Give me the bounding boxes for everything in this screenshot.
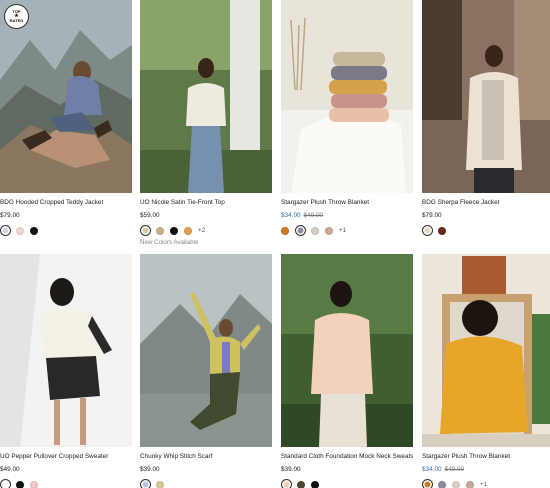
- product-image[interactable]: [140, 254, 272, 447]
- product-price: $39.00: [140, 466, 272, 474]
- new-colors-note: New Colors Available: [140, 239, 199, 246]
- color-swatches: [0, 479, 132, 488]
- color-swatch[interactable]: [281, 226, 289, 235]
- product-image[interactable]: [422, 0, 550, 193]
- price-value: $49.00: [0, 466, 20, 473]
- product-name[interactable]: BDG Sherpa Fleece Jacket: [422, 199, 550, 207]
- product-card[interactable]: Stargazer Plush Throw Blanket $34.00 $49.…: [281, 0, 413, 236]
- original-price: $49.00: [444, 466, 465, 473]
- product-card[interactable]: TOP ★ RATED BDG Hooded Cropped Teddy Jac…: [0, 0, 132, 236]
- color-swatch[interactable]: [140, 225, 151, 236]
- color-swatch[interactable]: [311, 226, 319, 235]
- more-colors-count[interactable]: +1: [480, 481, 487, 488]
- badge-rated-text: RATED: [9, 18, 24, 23]
- product-card[interactable]: UO Pepper Pullover Cropped Sweater $49.0…: [0, 254, 132, 488]
- product-price: $39.00: [281, 466, 413, 474]
- product-card[interactable]: UO Nicole Satin Tie-Front Top $59.00 +2 …: [140, 0, 272, 246]
- price-value: $59.00: [140, 212, 160, 219]
- more-colors-count[interactable]: +2: [198, 227, 205, 234]
- product-card[interactable]: Standard Cloth Foundation Mock Neck Swea…: [281, 254, 413, 488]
- product-price: $79.00: [422, 212, 550, 220]
- color-swatches: [281, 479, 413, 488]
- product-card[interactable]: Chunky Whip Stitch Scarf $39.00: [140, 254, 272, 488]
- color-swatches: [0, 225, 132, 236]
- color-swatch[interactable]: [466, 480, 474, 488]
- product-price: $34.00 $49.00: [422, 466, 550, 474]
- original-price: $49.00: [303, 212, 324, 219]
- color-swatch[interactable]: [170, 226, 178, 235]
- price-value: $39.00: [281, 466, 301, 473]
- product-image[interactable]: [281, 254, 413, 447]
- color-swatch[interactable]: [422, 479, 433, 488]
- color-swatch[interactable]: [295, 225, 306, 236]
- more-colors-count[interactable]: +1: [339, 227, 346, 234]
- product-price: $79.00: [0, 212, 132, 220]
- product-image[interactable]: [281, 0, 413, 193]
- price-value: $79.00: [0, 212, 20, 219]
- product-card[interactable]: Stargazer Plush Throw Blanket $34.00 $49.…: [422, 254, 550, 488]
- color-swatch[interactable]: [16, 480, 24, 488]
- product-name[interactable]: Chunky Whip Stitch Scarf: [140, 453, 272, 461]
- product-image[interactable]: TOP ★ RATED: [0, 0, 132, 193]
- color-swatch[interactable]: [452, 480, 460, 488]
- color-swatch[interactable]: [422, 225, 433, 236]
- product-name[interactable]: UO Pepper Pullover Cropped Sweater: [0, 453, 132, 461]
- color-swatch[interactable]: [297, 480, 305, 488]
- color-swatches: [140, 479, 272, 488]
- color-swatch[interactable]: [30, 226, 38, 235]
- sale-price: $34.00: [281, 212, 301, 219]
- product-name[interactable]: BDG Hooded Cropped Teddy Jacket: [0, 199, 132, 207]
- color-swatch[interactable]: [438, 480, 446, 488]
- price-value: $79.00: [422, 212, 442, 219]
- color-swatch[interactable]: [281, 479, 292, 488]
- product-price: $34.00 $49.00: [281, 212, 413, 220]
- product-name[interactable]: UO Nicole Satin Tie-Front Top: [140, 199, 272, 207]
- color-swatch[interactable]: [311, 480, 319, 488]
- sale-price: $34.00: [422, 466, 442, 473]
- color-swatch[interactable]: [16, 226, 24, 235]
- product-image[interactable]: [422, 254, 550, 447]
- product-image[interactable]: [140, 0, 272, 193]
- color-swatch[interactable]: [184, 226, 192, 235]
- product-name[interactable]: Standard Cloth Foundation Mock Neck Swea…: [281, 453, 413, 461]
- product-name[interactable]: Stargazer Plush Throw Blanket: [281, 199, 413, 207]
- color-swatch[interactable]: [156, 226, 164, 235]
- product-price: $49.00: [0, 466, 132, 474]
- color-swatch[interactable]: [30, 480, 38, 488]
- product-name[interactable]: Stargazer Plush Throw Blanket: [422, 453, 550, 461]
- product-grid: TOP ★ RATED BDG Hooded Cropped Teddy Jac…: [0, 0, 550, 488]
- product-card[interactable]: BDG Sherpa Fleece Jacket $79.00: [422, 0, 550, 236]
- top-rated-badge: TOP ★ RATED: [4, 4, 29, 29]
- color-swatch[interactable]: [325, 226, 333, 235]
- color-swatch[interactable]: [438, 226, 446, 235]
- color-swatch[interactable]: [156, 480, 164, 488]
- color-swatches: +2: [140, 225, 272, 236]
- color-swatch[interactable]: [140, 479, 151, 488]
- color-swatch[interactable]: [0, 479, 11, 488]
- product-image[interactable]: [0, 254, 132, 447]
- color-swatches: +1: [422, 479, 550, 488]
- price-value: $39.00: [140, 466, 160, 473]
- color-swatch[interactable]: [0, 225, 11, 236]
- color-swatches: +1: [281, 225, 413, 236]
- product-price: $59.00: [140, 212, 272, 220]
- color-swatches: [422, 225, 550, 236]
